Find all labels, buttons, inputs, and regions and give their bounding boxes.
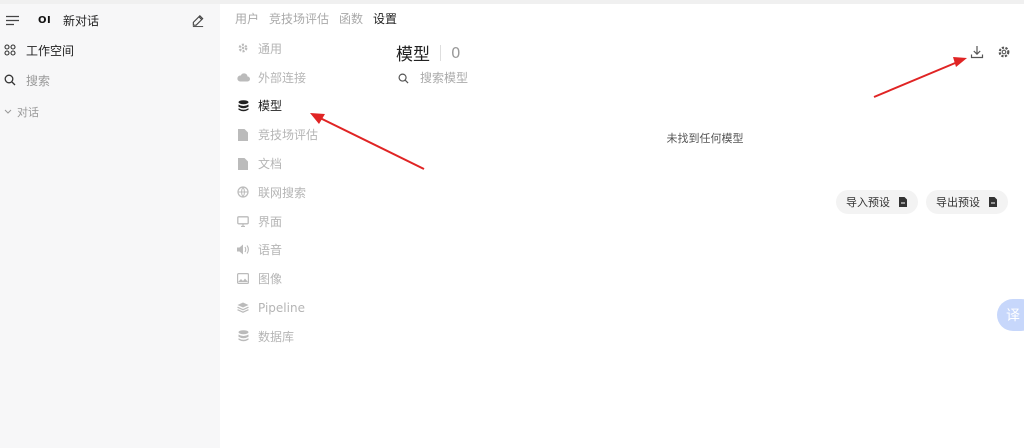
sidebar-item-label: 工作空间: [26, 43, 75, 58]
search-icon: [396, 71, 410, 85]
menu-item-interface[interactable]: 界面: [236, 207, 386, 236]
app-logo: OI: [38, 14, 52, 26]
menu-item-web-search[interactable]: 联网搜索: [236, 178, 386, 207]
search-icon: [3, 73, 17, 87]
menu-item-pipeline[interactable]: Pipeline: [236, 293, 386, 322]
menu-item-label: 文档: [258, 157, 283, 172]
menu-icon[interactable]: [5, 13, 19, 27]
menu-item-label: 数据库: [258, 329, 295, 344]
edit-icon[interactable]: [191, 13, 205, 27]
model-search: [396, 71, 580, 85]
download-icon[interactable]: [968, 43, 986, 61]
sidebar-item-workspace[interactable]: 工作空间: [0, 36, 220, 64]
document-icon: [236, 157, 250, 171]
menu-item-general[interactable]: 通用: [236, 34, 386, 63]
tab-arena[interactable]: 竞技场评估: [269, 10, 329, 27]
file-icon: [898, 197, 908, 207]
globe-icon: [236, 185, 250, 199]
speaker-icon: [236, 243, 250, 257]
file-icon: [988, 197, 998, 207]
models-header: 模型 0: [396, 40, 461, 66]
sidebar-header: OI 新对话: [0, 6, 220, 34]
settings-tabs: 用户 竞技场评估 函数 设置: [235, 10, 397, 27]
gear-icon: [236, 41, 250, 55]
model-count: 0: [451, 43, 461, 62]
translate-float-button[interactable]: 译: [997, 299, 1024, 331]
database-icon: [236, 329, 250, 343]
search-input[interactable]: [420, 71, 580, 85]
import-presets-label: 导入预设: [846, 196, 890, 209]
tab-users[interactable]: 用户: [235, 10, 259, 27]
menu-item-connections[interactable]: 外部连接: [236, 63, 386, 92]
menu-item-label: 语音: [258, 243, 283, 258]
document-icon: [236, 128, 250, 142]
menu-item-label: Pipeline: [258, 300, 305, 315]
chevron-down-icon: [3, 105, 13, 119]
settings-menu: 通用 外部连接 模型 竞技场评估 文档 联网搜索 界面 语音 图像 Pipeli…: [236, 34, 386, 351]
translate-label: 译: [1006, 308, 1020, 324]
empty-state-text: 未找到任何模型: [666, 132, 744, 145]
menu-item-label: 图像: [258, 272, 283, 287]
menu-item-audio[interactable]: 语音: [236, 236, 386, 265]
sidebar: OI 新对话 工作空间 搜索 对话: [0, 4, 220, 448]
title-divider: [440, 44, 441, 61]
menu-item-label: 界面: [258, 214, 283, 229]
image-icon: [236, 272, 250, 286]
sidebar-search-label: 搜索: [26, 73, 51, 88]
settings-gear-icon[interactable]: [995, 43, 1013, 61]
sidebar-section-label: 对话: [17, 106, 39, 119]
menu-item-models[interactable]: 模型: [236, 92, 386, 121]
menu-item-label: 模型: [258, 99, 283, 114]
new-chat-label[interactable]: 新对话: [63, 12, 99, 29]
menu-item-label: 外部连接: [258, 70, 307, 85]
database-icon: [236, 99, 250, 113]
sidebar-search[interactable]: 搜索: [0, 66, 220, 94]
menu-item-label: 竞技场评估: [258, 128, 319, 143]
tab-functions[interactable]: 函数: [339, 10, 363, 27]
tab-settings[interactable]: 设置: [373, 10, 397, 27]
cloud-icon: [236, 70, 250, 84]
menu-item-arena[interactable]: 竞技场评估: [236, 120, 386, 149]
page-title: 模型: [396, 45, 430, 65]
menu-item-database[interactable]: 数据库: [236, 322, 386, 351]
stack-icon: [236, 301, 250, 315]
menu-item-label: 联网搜索: [258, 185, 307, 200]
annotation-arrow-download: [873, 57, 967, 98]
menu-item-documents[interactable]: 文档: [236, 149, 386, 178]
menu-item-images[interactable]: 图像: [236, 264, 386, 293]
monitor-icon: [236, 214, 250, 228]
menu-item-label: 通用: [258, 41, 283, 56]
export-presets-button[interactable]: 导出预设: [926, 190, 1008, 214]
import-presets-button[interactable]: 导入预设: [836, 190, 918, 214]
export-presets-label: 导出预设: [936, 196, 980, 209]
grid-icon: [3, 43, 17, 57]
sidebar-section-chats[interactable]: 对话: [0, 98, 220, 126]
